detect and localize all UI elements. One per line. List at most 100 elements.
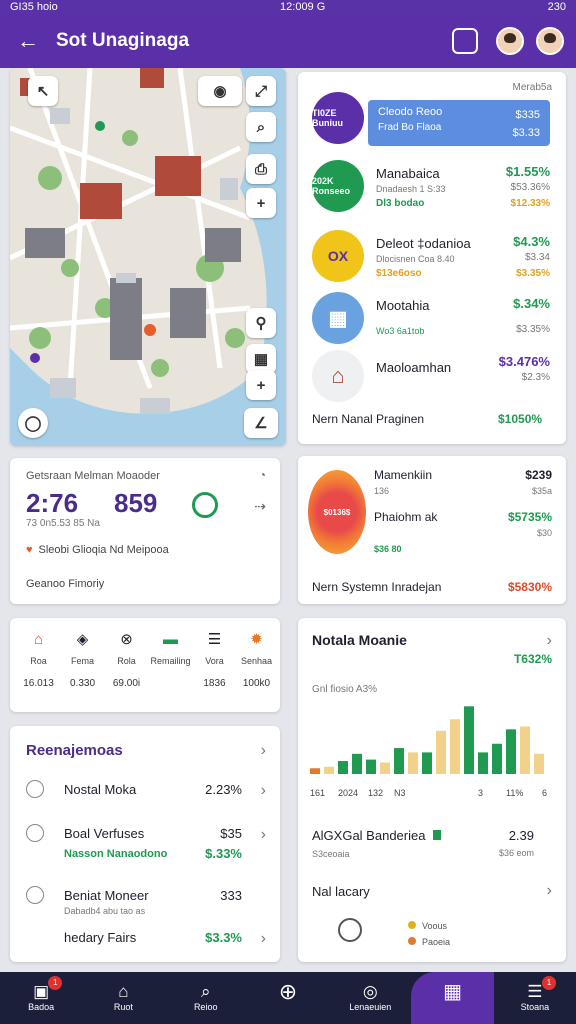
info-icon[interactable]: ◔ [259, 468, 266, 482]
nav-label: Stoana [520, 1002, 550, 1012]
cross-circle-icon: ⊗ [120, 631, 133, 648]
category-vora[interactable]: ☰ Vora 1836 [192, 630, 237, 689]
list-item[interactable]: 202K Ronseeo Manabaica Dnadaesh 1 S:33 D… [312, 160, 552, 218]
list-icon: ☰ [207, 631, 222, 648]
clock-icon [338, 918, 362, 942]
bar-17 [534, 753, 544, 774]
ranking-footer[interactable]: Nern Nanal Praginen $1050% [312, 412, 542, 426]
map-search-button[interactable]: ⌕ [246, 112, 276, 142]
x-tick-label: 6 [542, 788, 547, 798]
category-remailing[interactable]: ▬ Remailing [148, 630, 193, 678]
map-pin-button[interactable]: ⚲ [246, 308, 276, 338]
nav-item-badoa[interactable]: ▣ Badoa 1 [0, 972, 82, 1024]
inbox-icon: ▣ [33, 982, 50, 1001]
stat-value-secondary: 859 [114, 488, 158, 518]
compass-button[interactable]: ∠ [244, 408, 278, 438]
list-item-sub: Dnadaesh 1 S:33 [376, 184, 446, 194]
reminder-value: 2.23% [205, 782, 242, 797]
quick-categories: ⌂ Roa 16.013 ◈ Fema 0.330 ⊗ Rola 69.00i ▬ Remai… [10, 618, 280, 712]
avatar[interactable] [496, 27, 524, 55]
back-arrow-icon[interactable]: ← [0, 28, 56, 54]
city-map[interactable]: ↖ ◉ ⤢ ⌕ ⎙ + ⚲ ▦ + ∠ ◯ [10, 68, 286, 446]
avatar-secondary[interactable] [536, 27, 564, 55]
menu-icon: ☰ [527, 982, 543, 1001]
nav-item-lenaeuien[interactable]: ◎ Lenaeuien [329, 972, 411, 1024]
stats-card: Getsraan Melman Moaoder ◔ 2:76 859 73 0n… [10, 458, 280, 604]
nav-item-stoana[interactable]: ☰ Stoana 1 [494, 972, 576, 1024]
chevron-right-icon[interactable]: › [261, 826, 266, 844]
bar-chart-card: Notala Moanie › T632% Gnl fiosio A3% 161… [298, 618, 566, 962]
summary-item-value-2: $30 [536, 528, 552, 538]
category-label: Fema [70, 656, 94, 666]
x-tick-label: 11% [506, 788, 523, 798]
nav-item-ruot[interactable]: ⌂ Ruot [82, 972, 164, 1024]
checkbox[interactable] [26, 824, 44, 842]
list-item-amount: $4.3% [513, 234, 550, 249]
forward-arrow-icon[interactable]: ⇢ [254, 498, 266, 515]
summary-item-sub: 136 [374, 486, 390, 496]
chevron-right-icon[interactable]: › [261, 930, 266, 948]
category-senhaa[interactable]: ✹ Senhaa 100k0 [234, 630, 279, 689]
map-icon: ▦ [443, 981, 462, 1003]
reminder-sub: Nasson Nanaodono [64, 848, 168, 860]
bar-7 [394, 748, 404, 774]
map-back-button[interactable]: ◯ [18, 408, 48, 438]
stats-note: Sleobi Glioqia Nd Meipooa [26, 544, 169, 556]
chevron-right-icon[interactable]: › [261, 782, 266, 800]
home-icon: ⌂ [118, 982, 129, 1001]
zoom-in-button-lower[interactable]: + [246, 370, 276, 400]
map-locate-button[interactable]: ↖ [28, 76, 58, 106]
chart-legend: Voous Paoeia [408, 918, 450, 950]
notification-badge: 1 [541, 976, 556, 990]
category-home[interactable]: ⌂ Roa 16.013 [16, 630, 61, 690]
x-tick-label: N3 [394, 788, 406, 798]
stats-footer[interactable]: Geanoo Fimoriy [26, 578, 104, 590]
list-item-amount: $.34% [513, 296, 550, 311]
category-fema[interactable]: ◈ Fema 0.330 [60, 630, 105, 689]
chart-summary-row[interactable]: AlGXGal Banderiea 2.39 S3ceoaia $36 eom [312, 828, 552, 868]
summary-item-sub: $36 80 [374, 544, 402, 554]
reminders-title: Reenajemoas [26, 742, 123, 759]
house-icon: ⌂ [312, 350, 364, 402]
status-left: GI35 hoio [10, 1, 58, 13]
nav-item-map[interactable]: ▦ [411, 972, 494, 1024]
ranking-footer-value: $1050% [498, 412, 543, 426]
building-icon: ▦ [312, 292, 364, 344]
list-item-sub: Wo3 6a1tob [376, 326, 425, 336]
bar-11 [450, 719, 460, 774]
zoom-in-button[interactable]: + [246, 188, 276, 218]
summary-footer-value: $5830% [507, 580, 552, 594]
clock-icon [26, 886, 44, 904]
summary-item-name: Phaiohm ak [374, 510, 438, 524]
list-item-logo: 202K Ronseeo [312, 160, 364, 212]
nav-item-reioo[interactable]: ⌕ Reioo [165, 972, 247, 1024]
tablet-icon[interactable] [452, 28, 478, 54]
list-item[interactable]: ⌂ Maoloamhan $3.476% $2.3% [312, 350, 552, 408]
bar-16 [520, 726, 530, 774]
map-print-button[interactable]: ⎙ [246, 154, 276, 184]
list-item-amount-2: $2.3% [521, 372, 550, 383]
category-label: Roa [30, 656, 47, 666]
chart-second-row[interactable]: Nal lacary [312, 884, 370, 899]
map-layers-button[interactable]: ◉ [198, 76, 242, 106]
reminder-sub: Dabadb4 abu tao as [64, 906, 146, 916]
location-icon: ◎ [362, 982, 378, 1001]
bar-13 [478, 752, 488, 774]
chevron-right-icon[interactable]: › [261, 742, 266, 760]
category-rola[interactable]: ⊗ Rola 69.00i [104, 630, 149, 689]
chevron-right-icon[interactable]: › [547, 882, 552, 900]
checkbox[interactable] [26, 780, 44, 798]
map-expand-button[interactable]: ⤢ [246, 76, 276, 106]
list-item-name: Manabaica [376, 166, 440, 181]
list-item-amount: $3.476% [498, 354, 550, 369]
chart-row-name: AlGXGal Banderiea [312, 828, 426, 843]
list-item[interactable]: OX Deleot ‡odanioa Dlocisnen Coa 8.40 $1… [312, 230, 552, 288]
reminder-name: Boal Verfuses [64, 826, 145, 841]
highlighted-list-item[interactable]: Cleodo Reoo Frad Bo Flaoa $335 $3.33 [368, 100, 550, 146]
nav-label: Reioo [193, 1002, 218, 1012]
bottom-navigation: ▣ Badoa 1 ⌂ Ruot ⌕ Reioo ⊕ ◎ Lenaeuien ▦ ☰ Sto… [0, 972, 576, 1024]
nav-item-add[interactable]: ⊕ [247, 972, 329, 1024]
list-item[interactable]: ▦ Mootahia Wo3 6a1tob $.34% $3.35% [312, 292, 552, 350]
list-item-sub: Dlocisnen Coa 8.40 [376, 254, 455, 264]
summary-item-value: $5735% [507, 510, 552, 524]
